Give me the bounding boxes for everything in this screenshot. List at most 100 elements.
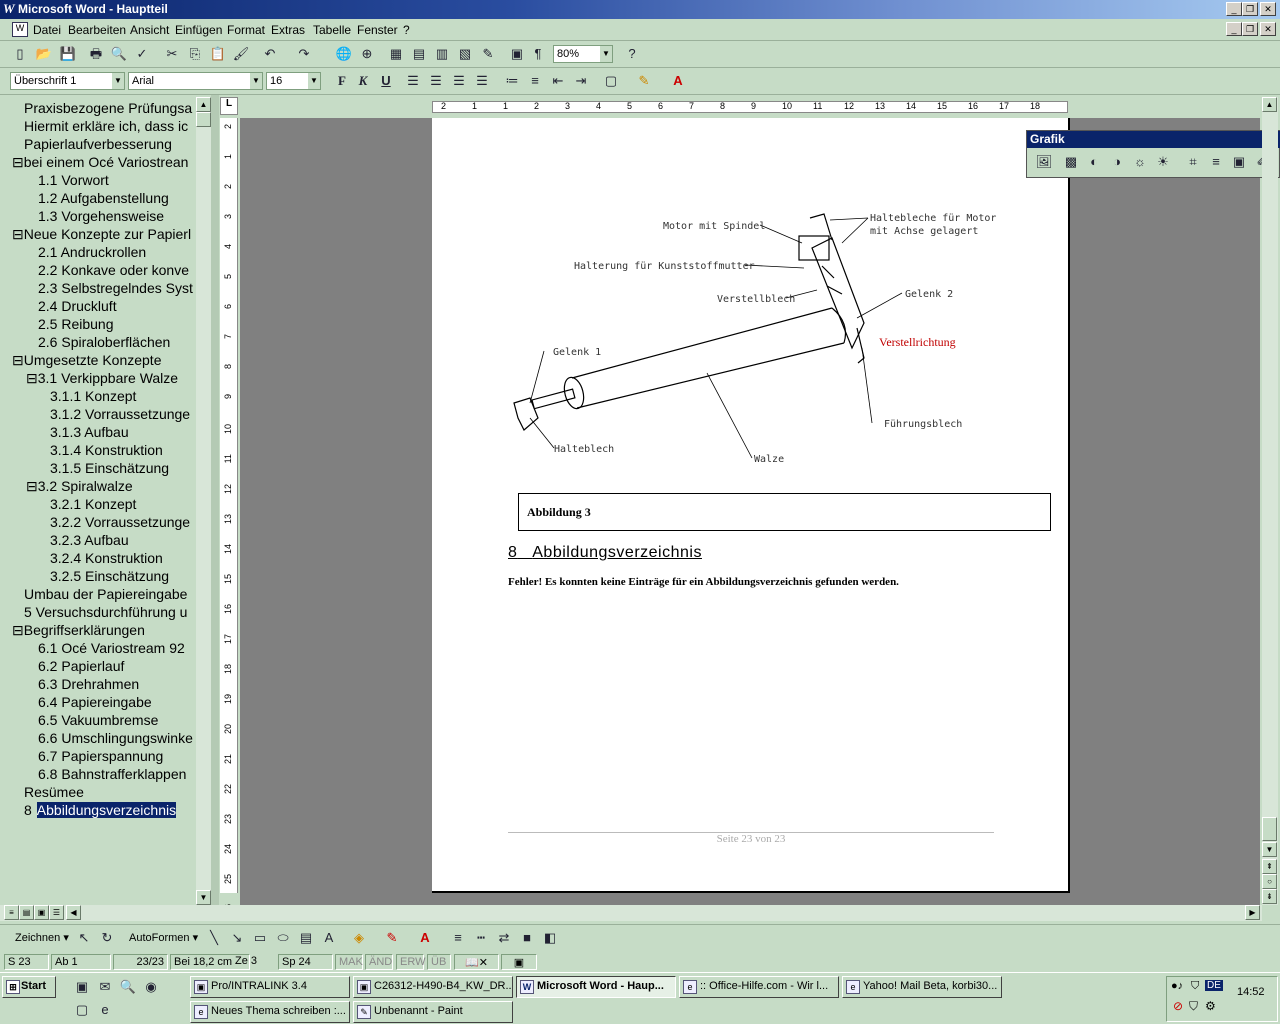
decrease-indent-icon[interactable]: ⇤: [548, 71, 568, 91]
task-c26312[interactable]: ▣ C26312-H490-B4_KW_DR...: [353, 976, 513, 998]
collapse-icon[interactable]: ⊟: [12, 352, 24, 368]
3d-icon[interactable]: ◧: [540, 928, 560, 948]
align-center-icon[interactable]: ☰: [426, 71, 446, 91]
wordart-icon[interactable]: A: [319, 928, 339, 948]
nav-item[interactable]: 3.2.4 Konstruktion: [50, 550, 163, 566]
pane-splitter[interactable]: [211, 95, 219, 905]
collapse-icon[interactable]: ⊟: [12, 226, 24, 242]
maximize-button[interactable]: ❐: [1242, 2, 1258, 16]
hyperlink-icon[interactable]: 🌐: [334, 44, 354, 64]
nav-item[interactable]: 3.2.2 Vorraussetzunge: [50, 514, 190, 530]
draw-font-color-icon[interactable]: A: [415, 928, 435, 948]
tray-blocked-icon[interactable]: ⊘: [1173, 999, 1183, 1013]
image-control-icon[interactable]: ▩: [1061, 152, 1081, 172]
collapse-icon[interactable]: ⊟: [12, 622, 24, 638]
justify-icon[interactable]: ☰: [472, 71, 492, 91]
internet-explorer-icon[interactable]: e: [95, 1000, 115, 1020]
next-page-button[interactable]: ⇟: [1262, 889, 1277, 904]
align-right-icon[interactable]: ☰: [449, 71, 469, 91]
paste-icon[interactable]: 📋: [208, 44, 228, 64]
start-button[interactable]: ⊞ Start: [2, 976, 56, 998]
nav-item[interactable]: 3.1.3 Aufbau: [50, 424, 129, 440]
outlook-icon[interactable]: ✉: [95, 977, 115, 997]
document-icon[interactable]: W: [12, 22, 28, 37]
tray-settings-icon[interactable]: ⚙: [1205, 999, 1216, 1013]
dash-style-icon[interactable]: ┅: [471, 928, 491, 948]
nav-item[interactable]: 3.1.2 Vorraussetzunge: [50, 406, 190, 422]
nav-item[interactable]: 5 Versuchsdurchführung u: [24, 604, 187, 620]
nav-item[interactable]: 3.1.4 Konstruktion: [50, 442, 163, 458]
tray-network-icon[interactable]: ●♪: [1171, 980, 1183, 992]
nav-item[interactable]: 6.5 Vakuumbremse: [38, 712, 158, 728]
nav-item[interactable]: 6.3 Drehrahmen: [38, 676, 139, 692]
nav-item[interactable]: 3.2.5 Einschätzung: [50, 568, 169, 584]
web-view-button[interactable]: ▤: [19, 905, 34, 920]
collapse-icon[interactable]: ⊟: [26, 370, 38, 386]
select-browse-object-button[interactable]: ○: [1262, 874, 1277, 889]
scroll-down-button[interactable]: ▼: [196, 890, 211, 905]
menu-tabelle[interactable]: Tabelle: [313, 23, 351, 37]
grafik-toolbar-title[interactable]: Grafik: [1027, 131, 1280, 148]
horizontal-ruler[interactable]: 2 1 1 2 3 4 5 6 7 8 9 10 11 12 13 14 15 16 17 18: [240, 97, 1260, 118]
bullets-icon[interactable]: ≡: [525, 71, 545, 91]
less-brightness-icon[interactable]: ☀: [1153, 152, 1173, 172]
free-rotate-icon[interactable]: ↻: [97, 928, 117, 948]
outline-view-button[interactable]: ☰: [49, 905, 64, 920]
menu-format[interactable]: Format: [227, 23, 265, 37]
underline-button[interactable]: U: [376, 71, 396, 91]
spellcheck-icon[interactable]: ✓: [132, 44, 152, 64]
doc-close-button[interactable]: ✕: [1260, 22, 1276, 36]
crop-icon[interactable]: ⌗: [1183, 152, 1203, 172]
print-preview-icon[interactable]: 🔍: [109, 44, 129, 64]
nav-item[interactable]: 3.1.5 Einschätzung: [50, 460, 169, 476]
tables-borders-icon[interactable]: ▦: [386, 44, 406, 64]
task-yahoo-mail[interactable]: e Yahoo! Mail Beta, korbi30...: [842, 976, 1002, 998]
doc-scroll-down-button[interactable]: ▼: [1262, 842, 1277, 857]
search-icon[interactable]: 🔍: [118, 977, 138, 997]
nav-item[interactable]: Praxisbezogene Prüfungsa: [24, 100, 192, 116]
cut-icon[interactable]: ✂: [162, 44, 182, 64]
increase-indent-icon[interactable]: ⇥: [571, 71, 591, 91]
line-icon[interactable]: ╲: [204, 928, 224, 948]
bold-button[interactable]: F: [332, 71, 352, 91]
status-ub[interactable]: ÜB: [427, 954, 451, 970]
nav-item[interactable]: 1.1 Vorwort: [38, 172, 109, 188]
menu-help[interactable]: ?: [403, 23, 410, 37]
doc-scroll-thumb[interactable]: [1262, 817, 1277, 841]
nav-item[interactable]: ⊟3.1 Verkippbare Walze: [26, 370, 178, 387]
nav-item[interactable]: 6.2 Papierlauf: [38, 658, 124, 674]
arrow-icon[interactable]: ↘: [227, 928, 247, 948]
fill-color-icon[interactable]: ◈: [349, 928, 369, 948]
drawing-icon[interactable]: ✎: [478, 44, 498, 64]
nav-item[interactable]: 6.4 Papiereingabe: [38, 694, 152, 710]
redo-icon[interactable]: ↷: [294, 44, 314, 64]
format-picture-icon[interactable]: ▣: [1229, 152, 1249, 172]
style-select[interactable]: Überschrift 1 ▼: [10, 72, 125, 90]
show-desktop-icon[interactable]: ▣: [72, 977, 92, 997]
font-select[interactable]: Arial ▼: [128, 72, 263, 90]
macro-status-icon[interactable]: ▣: [501, 954, 537, 970]
menu-einfuegen[interactable]: Einfügen: [175, 23, 222, 37]
save-icon[interactable]: 💾: [58, 44, 78, 64]
help-icon[interactable]: ?: [622, 44, 642, 64]
menu-fenster[interactable]: Fenster: [357, 23, 398, 37]
status-mak[interactable]: MAK: [335, 954, 363, 970]
show-formatting-icon[interactable]: ¶: [528, 44, 548, 64]
nav-item[interactable]: 3.2.1 Konzept: [50, 496, 136, 512]
nav-item[interactable]: 2.6 Spiraloberflächen: [38, 334, 170, 350]
doc-minimize-button[interactable]: _: [1226, 22, 1242, 36]
menu-bearbeiten[interactable]: Bearbeiten: [68, 23, 126, 37]
font-size-select[interactable]: 16 ▼: [266, 72, 321, 90]
shadow-icon[interactable]: ■: [517, 928, 537, 948]
previous-page-button[interactable]: ⇞: [1262, 859, 1277, 874]
minimize-button[interactable]: _: [1226, 2, 1242, 16]
copy-icon[interactable]: ⎘: [185, 44, 205, 64]
document-vertical-scrollbar[interactable]: ▲ ▼ ⇞ ○ ⇟: [1262, 97, 1278, 905]
doc-restore-button[interactable]: ❐: [1242, 22, 1258, 36]
nav-item[interactable]: 3.1.1 Konzept: [50, 388, 136, 404]
nav-item[interactable]: Hiermit erkläre ich, dass ic: [24, 118, 188, 134]
new-document-icon[interactable]: ▯: [10, 44, 30, 64]
tray-language[interactable]: DE: [1205, 980, 1223, 991]
italic-button[interactable]: K: [353, 71, 373, 91]
line-style-icon[interactable]: ≡: [1206, 152, 1226, 172]
